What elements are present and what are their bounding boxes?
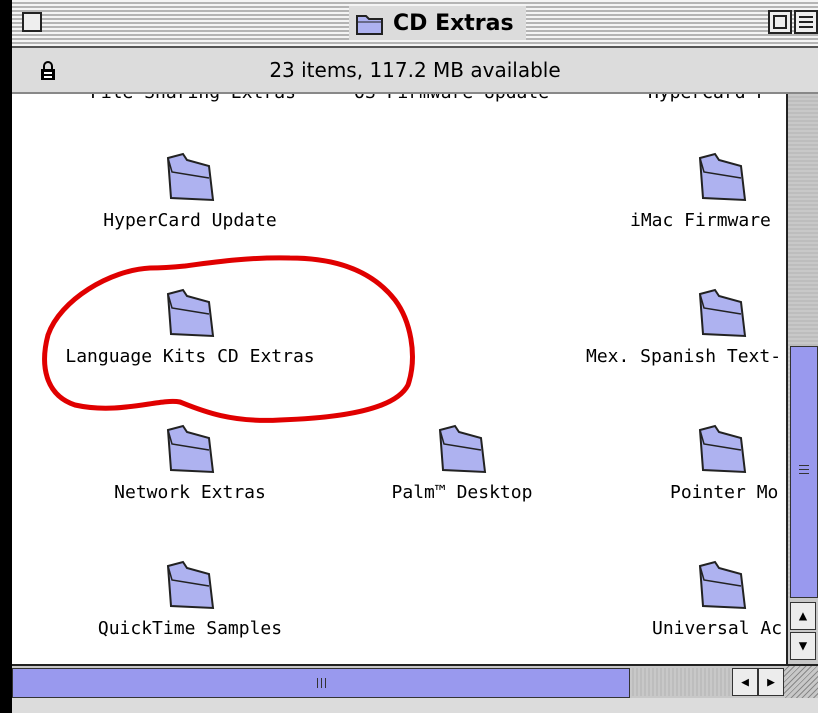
folder-universal-ac[interactable]: Universal Ac xyxy=(592,560,786,639)
folder-icon xyxy=(166,288,215,338)
zoom-box-icon[interactable] xyxy=(768,10,792,34)
collapse-box-icon[interactable] xyxy=(794,10,818,34)
scroll-up-arrow-icon[interactable]: ▲ xyxy=(790,602,816,630)
horizontal-scrollbar[interactable]: ◀ ▶ xyxy=(12,664,818,700)
folder-mex-spanish-text[interactable]: Mex. Spanish Text- xyxy=(586,288,786,367)
vertical-scroll-thumb[interactable] xyxy=(790,346,818,598)
folder-label[interactable]: iMac Firmware xyxy=(630,210,786,231)
finder-window: CD Extras 23 items, 117.2 MB available F… xyxy=(12,0,818,713)
info-bar: 23 items, 117.2 MB available xyxy=(12,48,818,94)
folder-label[interactable]: QuickTime Samples xyxy=(60,618,320,639)
folder-icon xyxy=(166,560,215,610)
folder-icon xyxy=(356,15,383,35)
folder-label[interactable]: Network Extras xyxy=(60,482,320,503)
items-available-text: 23 items, 117.2 MB available xyxy=(269,58,561,82)
folder-label[interactable]: Universal Ac xyxy=(652,618,786,639)
folder-imac-firmware[interactable]: iMac Firmware xyxy=(592,152,786,231)
folder-label[interactable]: Mex. Spanish Text- xyxy=(586,346,786,367)
scroll-right-arrow-icon[interactable]: ▶ xyxy=(758,668,784,696)
horizontal-scroll-track[interactable] xyxy=(630,668,734,696)
folder-palm-desktop[interactable]: Palm™ Desktop xyxy=(332,424,592,503)
close-box-icon[interactable] xyxy=(22,12,42,32)
folder-icon xyxy=(698,424,747,474)
folder-quicktime-samples[interactable]: QuickTime Samples xyxy=(60,560,320,639)
folder-label[interactable]: HyperCard Update xyxy=(60,210,320,231)
cut-off-label[interactable]: HyperCard P xyxy=(648,94,767,103)
folder-language-kits-cd-extras[interactable]: Language Kits CD Extras xyxy=(60,288,320,367)
folder-network-extras[interactable]: Network Extras xyxy=(60,424,320,503)
cut-off-label[interactable]: OS Firmware Update xyxy=(354,94,549,103)
horizontal-scroll-thumb[interactable] xyxy=(12,668,630,698)
scroll-down-arrow-icon[interactable]: ▼ xyxy=(790,632,816,660)
folder-label[interactable]: Language Kits CD Extras xyxy=(60,346,320,367)
folder-icon xyxy=(166,424,215,474)
resize-grip-icon[interactable] xyxy=(784,666,818,700)
window-title-text: CD Extras xyxy=(393,10,514,36)
icon-view[interactable]: File Sharing Extras OS Firmware Update H… xyxy=(12,94,786,664)
folder-label[interactable]: Pointer Mo xyxy=(670,482,786,503)
window-bottom-edge xyxy=(12,698,818,713)
folder-label[interactable]: Palm™ Desktop xyxy=(332,482,592,503)
title-bar[interactable]: CD Extras xyxy=(12,0,818,48)
folder-hypercard-update[interactable]: HyperCard Update xyxy=(60,152,320,231)
folder-icon xyxy=(438,424,487,474)
window-title: CD Extras xyxy=(349,6,526,40)
folder-icon xyxy=(698,152,747,202)
folder-icon xyxy=(698,560,747,610)
vertical-scrollbar[interactable]: ▲ ▼ xyxy=(786,94,818,664)
cut-off-label[interactable]: File Sharing Extras xyxy=(90,94,296,103)
folder-icon xyxy=(698,288,747,338)
folder-pointer-mo[interactable]: Pointer Mo xyxy=(592,424,786,503)
scroll-left-arrow-icon[interactable]: ◀ xyxy=(732,668,758,696)
folder-icon xyxy=(166,152,215,202)
